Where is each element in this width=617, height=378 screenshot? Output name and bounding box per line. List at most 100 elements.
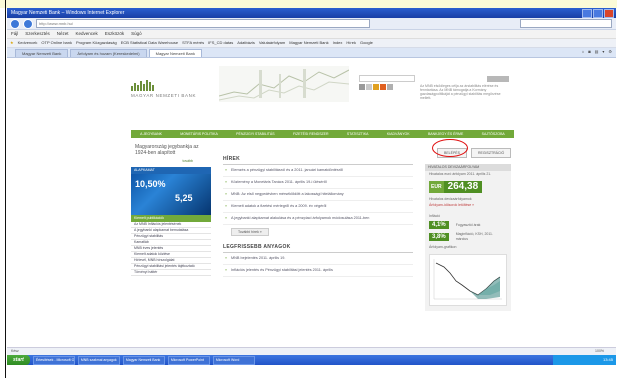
left-intro: Magyarország jegybankja az 1924-ben alap…: [135, 144, 199, 156]
nav-item[interactable]: SAJTÓSZOBA: [482, 130, 505, 138]
fav-item[interactable]: OTP Online bank: [41, 39, 72, 47]
maximize-icon[interactable]: [593, 9, 603, 18]
news-item[interactable]: Elemzés a pénzügyi stabilitásról és a 20…: [223, 165, 413, 177]
print-page-icon[interactable]: [387, 84, 393, 90]
news-item[interactable]: Közlemény a Monetáris Tanács 2011. ápril…: [223, 177, 413, 189]
latest-item[interactable]: Inflációs jelentés és Pénzügyi stabilitá…: [223, 265, 413, 277]
zoom-level[interactable]: 100%: [595, 348, 604, 355]
status-bar: Kész 100%: [7, 347, 616, 355]
taskbar-button[interactable]: Microsoft PowerPoint: [167, 355, 210, 365]
menu-view[interactable]: Nézet: [57, 30, 69, 38]
fav-item[interactable]: ECB Statistical Data Warehouse: [121, 39, 178, 47]
news-item[interactable]: MNB: Az első negyedévben mérséklődött a …: [223, 189, 413, 201]
system-tray: 13:45: [553, 355, 616, 365]
core-inflation-label: Maginfláció, KSH, 2011. március: [455, 232, 493, 241]
left-banner-head: ALAPKAMAT: [131, 167, 211, 174]
news-title: HÍREK: [223, 156, 413, 165]
browser-window: Magyar Nemzeti Bank – Windows Internet E…: [7, 8, 616, 365]
forward-icon[interactable]: [23, 18, 33, 29]
inflation-row: 4,1% Fogyasztói árak: [429, 221, 507, 229]
taskbar-button[interactable]: Magyar Nemzeti Bank: [122, 355, 165, 365]
menu-help[interactable]: Súgó: [131, 30, 142, 38]
exchange-rate-text: Hivatalos euró árfolyam 2011. április 21…: [429, 172, 492, 176]
page-content: MAGYAR NEMZETI BANK Az MNB elsődleges cé…: [7, 64, 616, 348]
favorites-bar: ★ Kedvencek OTP Online bank Program Közg…: [7, 39, 616, 48]
nav-item[interactable]: KIADVÁNYOK: [387, 130, 410, 138]
left-section-head[interactable]: Kiemelt publikációk: [131, 215, 211, 222]
more-news-button[interactable]: További hírek »: [231, 228, 269, 236]
news-column: HÍREK Elemzés a pénzügyi stabilitásról é…: [223, 156, 413, 277]
command-bar: ⌂ ◙ ▤ ▾ ⚙: [582, 49, 612, 54]
tools-menu-icon[interactable]: ⚙: [608, 49, 612, 54]
chart-head: Árfolyam-grafikon: [429, 245, 457, 249]
fav-item[interactable]: Index: [333, 39, 343, 47]
header-artwork: [219, 66, 349, 102]
inflation-value: 4,1%: [429, 221, 449, 229]
clock[interactable]: 13:45: [603, 357, 613, 362]
menu-bar: Fájl Szerkesztés Nézet Kedvencek Eszközö…: [7, 30, 616, 39]
left-banner-value: 10,50%: [135, 179, 166, 189]
favorites-star-icon[interactable]: ★: [10, 39, 14, 47]
search-input[interactable]: [520, 19, 612, 28]
contrast-icon[interactable]: [366, 84, 372, 90]
menu-file[interactable]: Fájl: [11, 30, 18, 38]
page-menu-icon[interactable]: ▾: [602, 49, 604, 54]
news-list: Elemzés a pénzügyi stabilitásról és a 20…: [223, 165, 413, 225]
fav-item[interactable]: Google: [360, 39, 373, 47]
nav-item[interactable]: FIZETÉSI RENDSZER: [293, 130, 329, 138]
nav-item[interactable]: BANKJEGY ÉS ÉRME: [428, 130, 463, 138]
latest-item[interactable]: MNB bejelentés 2011. április 19.: [223, 253, 413, 265]
language-icon[interactable]: [373, 84, 379, 90]
site-search-input[interactable]: [359, 75, 415, 82]
register-button[interactable]: REGISZTRÁCIÓ: [470, 148, 512, 158]
fav-item[interactable]: Magyar Nemzeti Bank: [289, 39, 328, 47]
print-icon[interactable]: ▤: [595, 49, 599, 54]
fav-item[interactable]: STFA mérés: [182, 39, 204, 47]
taskbar-button[interactable]: Értesítések - Microsoft Outlook: [32, 355, 75, 365]
site-logo[interactable]: MAGYAR NEMZETI BANK: [131, 80, 196, 98]
back-icon[interactable]: [10, 18, 20, 29]
left-links: Az MNB Inflációs jelentésének A jegybank…: [131, 222, 211, 276]
nav-item[interactable]: PÉNZÜGYI STABILITÁS: [236, 130, 274, 138]
menu-tools[interactable]: Eszközök: [105, 30, 124, 38]
fav-item[interactable]: IFS_CD datas: [208, 39, 233, 47]
rss-feed-icon[interactable]: [380, 84, 386, 90]
fav-item[interactable]: Valutaárfolyam: [259, 39, 285, 47]
rate-chart[interactable]: [429, 253, 507, 306]
url-input[interactable]: http://www.mnb.hu/: [36, 19, 370, 28]
nav-item[interactable]: MONETÁRIS POLITIKA: [180, 130, 218, 138]
rates-download-link[interactable]: Árfolyam-idősorok letöltése »: [425, 202, 511, 209]
close-icon[interactable]: [604, 9, 614, 18]
start-button[interactable]: start: [7, 355, 30, 365]
text-size-icon[interactable]: [359, 84, 365, 90]
home-icon[interactable]: ⌂: [582, 49, 584, 54]
taskbar-button[interactable]: Microsoft Word: [212, 355, 255, 365]
minimize-icon[interactable]: [582, 9, 592, 18]
nav-item[interactable]: STATISZTIKA: [347, 130, 369, 138]
news-item[interactable]: Kiemelt adatok a fizetési mérlegről és a…: [223, 201, 413, 213]
tab-2[interactable]: Árfolyam és hozam (Kereskedelmi): [70, 49, 147, 57]
fav-item[interactable]: Adatbázis: [237, 39, 255, 47]
core-inflation-value: 3,8%: [429, 232, 449, 241]
fav-item[interactable]: Hírek: [346, 39, 356, 47]
taskbar-button[interactable]: MNB szakmai anyagok: [77, 355, 120, 365]
left-more-link[interactable]: tovább: [131, 159, 211, 163]
inflation-label: Fogyasztói árak: [455, 222, 481, 227]
eur-value: 264,38: [443, 180, 483, 193]
rss-icon[interactable]: ◙: [588, 49, 590, 54]
news-item[interactable]: A jegybanki alapkamat alakulása és a pén…: [223, 213, 413, 225]
header-text: Az MNB elsődleges célja az árstabilitás …: [420, 84, 501, 100]
left-banner[interactable]: ALAPKAMAT 10,50% 5,25: [131, 167, 211, 215]
tab-active[interactable]: Magyar Nemzeti Bank: [148, 49, 202, 57]
nav-item[interactable]: A JEGYBANK: [140, 130, 162, 138]
left-link[interactable]: Törvényi háttér: [131, 270, 211, 276]
core-inflation-row: 3,8% Maginfláció, KSH, 2011. március: [429, 231, 507, 242]
eur-rate: EUR 264,38: [429, 180, 507, 193]
menu-edit[interactable]: Szerkesztés: [25, 30, 50, 38]
search-button[interactable]: [487, 76, 509, 82]
top-highlight-strip: [0, 0, 617, 8]
menu-favorites[interactable]: Kedvencek: [76, 30, 98, 38]
fav-item[interactable]: Program Közgazdaság: [76, 39, 117, 47]
tab-1[interactable]: Magyar Nemzeti Bank: [15, 49, 69, 57]
fav-item[interactable]: Kedvencek: [18, 39, 38, 47]
